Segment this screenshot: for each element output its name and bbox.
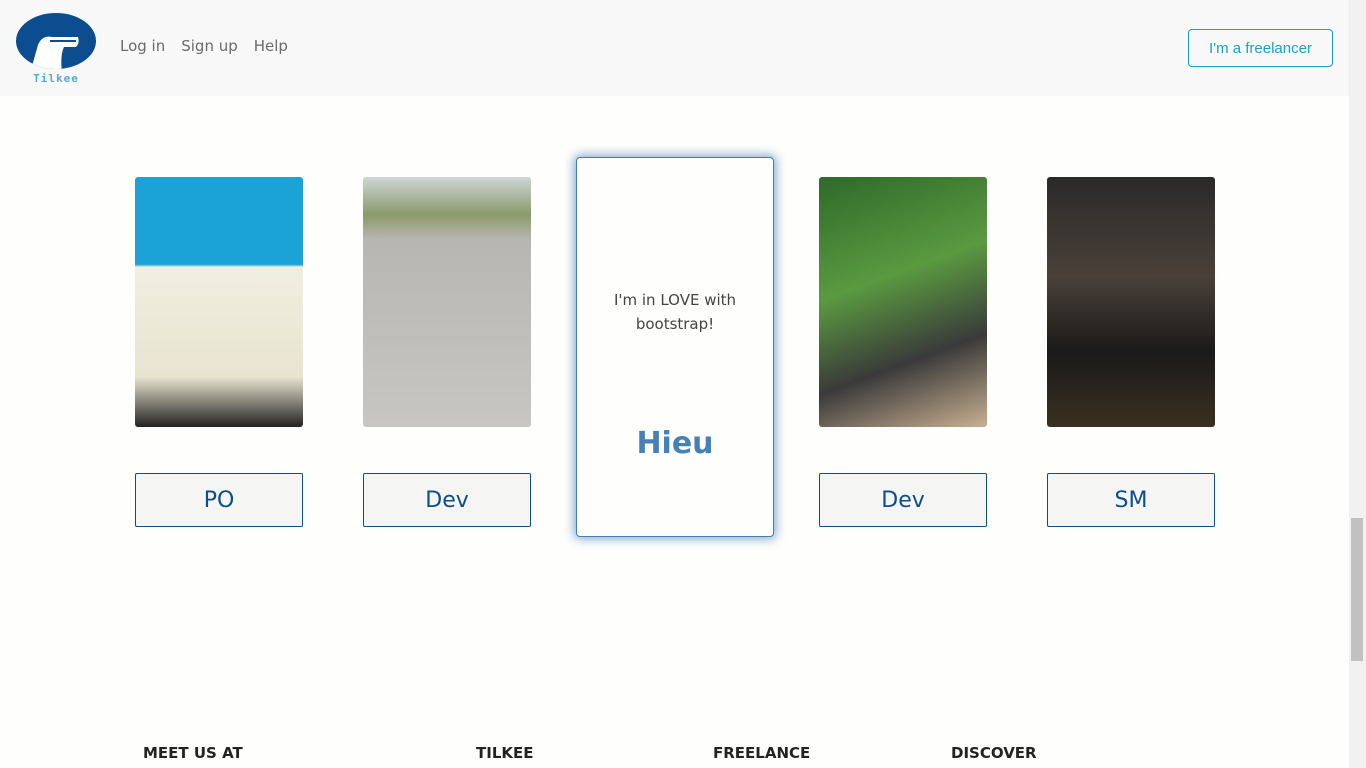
scrollbar-thumb[interactable]	[1351, 518, 1363, 661]
footer-heading-freelance: FREELANCE	[713, 744, 811, 762]
role-button[interactable]: SM	[1047, 473, 1215, 527]
featured-name: Hieu	[636, 426, 714, 461]
footer-heading-meet: MEET US AT	[143, 744, 243, 762]
team-card: Dev	[819, 177, 987, 527]
freelancer-button[interactable]: I'm a freelancer	[1188, 29, 1333, 67]
member-photo	[819, 177, 987, 427]
member-photo	[135, 177, 303, 427]
member-photo	[363, 177, 531, 427]
team-card: SM	[1047, 177, 1215, 527]
logo-text: Tilkee	[33, 72, 79, 85]
navbar: Tilkee Log in Sign up Help I'm a freelan…	[0, 0, 1349, 96]
role-button[interactable]: Dev	[363, 473, 531, 527]
scrollbar[interactable]	[1349, 0, 1366, 768]
signup-link[interactable]: Sign up	[181, 37, 238, 55]
featured-card[interactable]: I'm in LOVE with bootstrap! Hieu	[576, 157, 774, 537]
featured-quote: I'm in LOVE with bootstrap!	[613, 291, 737, 333]
tilkee-logo[interactable]: Tilkee	[16, 13, 96, 85]
help-link[interactable]: Help	[254, 37, 288, 55]
role-button[interactable]: PO	[135, 473, 303, 527]
team-card: Dev	[363, 177, 531, 527]
login-link[interactable]: Log in	[120, 37, 165, 55]
pelican-icon	[16, 13, 96, 69]
page: Tilkee Log in Sign up Help I'm a freelan…	[0, 0, 1349, 768]
footer-heading-discover: DISCOVER	[951, 744, 1037, 762]
role-button[interactable]: Dev	[819, 473, 987, 527]
member-photo	[1047, 177, 1215, 427]
footer-heading-tilkee: TILKEE	[476, 744, 534, 762]
team-card: PO	[135, 177, 303, 527]
